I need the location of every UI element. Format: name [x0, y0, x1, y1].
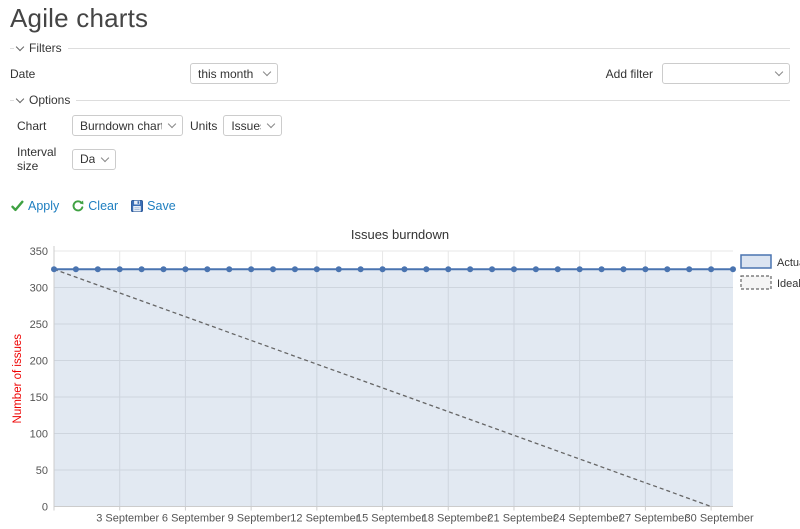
- reload-icon: [72, 200, 84, 212]
- check-icon: [11, 200, 24, 212]
- actual-point: [664, 266, 670, 272]
- actual-point: [489, 266, 495, 272]
- units-label: Units: [190, 119, 217, 133]
- x-tick-label: 21 September: [487, 513, 556, 525]
- date-filter-select[interactable]: this month: [190, 63, 278, 84]
- filters-legend-label: Filters: [29, 41, 62, 55]
- add-filter-select[interactable]: [662, 63, 790, 84]
- y-tick-label: 0: [42, 502, 48, 514]
- actual-point: [686, 266, 692, 272]
- filters-collapse-toggle[interactable]: Filters: [14, 41, 68, 55]
- actual-point: [533, 266, 539, 272]
- actual-point: [204, 266, 210, 272]
- chevron-down-icon: [16, 94, 24, 102]
- add-filter-label: Add filter: [606, 67, 653, 81]
- actual-point: [380, 266, 386, 272]
- y-tick-label: 100: [30, 429, 48, 441]
- chart-select-wrap: Burndown chart: [72, 115, 183, 136]
- actual-point: [577, 266, 583, 272]
- y-tick-label: 50: [36, 465, 48, 477]
- interval-size-label: Interval size: [17, 145, 72, 173]
- agile-charts-page: Agile charts Filters Date this month Add…: [0, 3, 800, 529]
- actual-point: [620, 266, 626, 272]
- actual-point: [226, 266, 232, 272]
- units-select[interactable]: Issues: [223, 115, 282, 136]
- y-tick-label: 150: [30, 392, 48, 404]
- options-collapse-toggle[interactable]: Options: [14, 93, 76, 107]
- units-select-wrap: Issues: [223, 115, 282, 136]
- x-tick-label: 9 September: [228, 513, 291, 525]
- date-filter-select-wrap: this month: [190, 63, 278, 84]
- actual-point: [51, 266, 57, 272]
- chart-label: Chart: [17, 119, 72, 133]
- y-axis-title: Number of issues: [12, 334, 24, 424]
- options-legend-label: Options: [29, 93, 70, 107]
- legend-swatch: [741, 276, 771, 289]
- actual-point: [270, 266, 276, 272]
- chart-select[interactable]: Burndown chart: [72, 115, 183, 136]
- actual-point: [73, 266, 79, 272]
- actual-point: [117, 266, 123, 272]
- apply-button[interactable]: Apply: [11, 199, 59, 213]
- legend-swatch: [741, 255, 771, 268]
- clear-button-label: Clear: [88, 199, 118, 213]
- y-tick-label: 350: [30, 246, 48, 258]
- x-tick-label: 6 September: [162, 513, 225, 525]
- burndown-chart-block: Issues burndown 0 50 100 150 200 250 300 350 3 S…: [10, 228, 790, 529]
- y-tick-label: 200: [30, 356, 48, 368]
- date-filter-row: Date this month Add filter: [10, 63, 790, 84]
- actual-point: [708, 266, 714, 272]
- legend-label: Actual: [777, 257, 800, 269]
- actual-point: [511, 266, 517, 272]
- y-tick-label: 250: [30, 319, 48, 331]
- save-button[interactable]: Save: [131, 199, 176, 213]
- actual-area: [54, 269, 733, 506]
- actual-point: [730, 266, 736, 272]
- add-filter-group: Add filter: [606, 63, 790, 84]
- options-fieldset: Options Chart Burndown chart Units Issue…: [10, 93, 790, 184]
- actions-toolbar: Apply Clear Save: [11, 199, 790, 213]
- x-tick-label: 24 September: [553, 513, 622, 525]
- x-tick-label: 18 September: [422, 513, 491, 525]
- actual-point: [248, 266, 254, 272]
- interval-select[interactable]: Day: [72, 149, 116, 170]
- clear-button[interactable]: Clear: [72, 199, 118, 213]
- actual-point: [161, 266, 167, 272]
- x-tick-label: 12 September: [290, 513, 359, 525]
- actual-point: [555, 266, 561, 272]
- add-filter-select-wrap: [662, 63, 790, 84]
- chart-options-row: Chart Burndown chart Units Issues: [10, 115, 790, 136]
- actual-point: [467, 266, 473, 272]
- x-tick-label: 15 September: [356, 513, 425, 525]
- actual-point: [336, 266, 342, 272]
- x-tick-label: 30 September: [685, 513, 754, 525]
- save-button-label: Save: [147, 199, 176, 213]
- actual-point: [314, 266, 320, 272]
- apply-button-label: Apply: [28, 199, 59, 213]
- actual-point: [445, 266, 451, 272]
- actual-point: [358, 266, 364, 272]
- actual-point: [642, 266, 648, 272]
- save-icon: [131, 200, 143, 212]
- actual-point: [423, 266, 429, 272]
- actual-point: [292, 266, 298, 272]
- x-tick-label: 3 September: [96, 513, 159, 525]
- actual-point: [401, 266, 407, 272]
- x-tick-label: 27 September: [619, 513, 688, 525]
- actual-point: [139, 266, 145, 272]
- chart-title: Issues burndown: [10, 228, 790, 242]
- date-filter-label: Date: [10, 67, 190, 81]
- burndown-chart: 0 50 100 150 200 250 300 350 3 September6 Septem…: [10, 243, 800, 529]
- chevron-down-icon: [16, 42, 24, 50]
- interval-select-wrap: Day: [72, 149, 116, 170]
- legend-label: Ideal: [777, 278, 800, 290]
- actual-point: [182, 266, 188, 272]
- actual-point: [599, 266, 605, 272]
- actual-point: [95, 266, 101, 272]
- interval-options-row: Interval size Day: [10, 145, 790, 173]
- y-tick-label: 300: [30, 283, 48, 295]
- filters-fieldset: Filters Date this month Add filter: [10, 41, 790, 93]
- page-title: Agile charts: [10, 3, 790, 34]
